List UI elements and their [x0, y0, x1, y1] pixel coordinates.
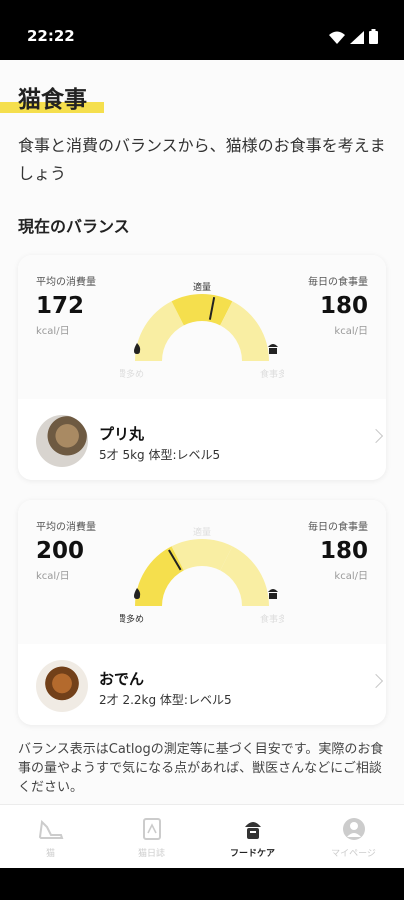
nav-food-care[interactable]: フードケア — [202, 805, 303, 868]
gauge-label-left: 消費多め — [120, 368, 144, 380]
wifi-icon — [329, 31, 345, 44]
consumption-label: 平均の消費量 — [36, 277, 96, 288]
bottom-navigation: 猫 猫日誌 フードケア マイページ — [0, 804, 404, 868]
meal-value: 180 — [319, 293, 368, 319]
consumption-value: 200 — [36, 538, 85, 564]
signal-icon — [350, 31, 364, 44]
page-title: 猫食事 — [18, 87, 87, 113]
balance-card: 平均の消費量 172 kcal/日 適量消費多め 食事多め 毎日の食事量 180 … — [18, 255, 386, 480]
cat-info: 2才 2.2kg 体型:レベル5 — [99, 693, 232, 707]
meal-label: 毎日の食事量 — [308, 277, 368, 288]
nav-label: 猫日誌 — [137, 849, 165, 859]
nav-label: マイページ — [331, 849, 376, 859]
balance-card: 平均の消費量 200 kcal/日 適量消費多め 食事多め 毎日の食事量 180 … — [18, 500, 386, 725]
cat-icon — [38, 819, 63, 839]
meal-metric: 毎日の食事量 180 kcal/日 — [308, 518, 368, 582]
gauge-label-top: 適量 — [193, 526, 211, 538]
status-icons — [329, 29, 378, 44]
cat-row-purimaru[interactable]: プリ丸 5才 5kg 体型:レベル5 — [18, 399, 386, 480]
battery-icon — [369, 29, 378, 44]
chevron-right-icon — [368, 673, 384, 689]
balance-summary: 平均の消費量 172 kcal/日 適量消費多め 食事多め 毎日の食事量 180 … — [18, 255, 386, 399]
title-block: 猫食事 — [0, 78, 110, 118]
nav-journal[interactable]: 猫日誌 — [101, 805, 202, 868]
bowl-icon — [268, 344, 278, 354]
meal-unit: kcal/日 — [334, 326, 368, 337]
cat-avatar — [36, 660, 88, 712]
cat-info: 5才 5kg 体型:レベル5 — [99, 448, 221, 462]
nav-label: フードケア — [229, 849, 275, 859]
consumption-value: 172 — [36, 293, 85, 319]
consumption-metric: 平均の消費量 200 kcal/日 — [36, 518, 96, 582]
journal-icon — [142, 818, 161, 840]
gauge-label-top: 適量 — [193, 281, 211, 293]
balance-note: バランス表示はCatlogの測定等に基づく目安です。実際のお食事の量やようすで気… — [18, 742, 384, 795]
system-navigation-bar — [0, 868, 404, 900]
food-screen: 猫食事 食事と消費のバランスから、猫様のお食事を考えましょう 現在のバランス 平… — [0, 60, 404, 868]
gauge-label-left: 消費多め — [120, 613, 144, 625]
consumption-metric: 平均の消費量 172 kcal/日 — [36, 273, 96, 337]
meal-metric: 毎日の食事量 180 kcal/日 — [308, 273, 368, 337]
bowl-icon — [268, 589, 278, 599]
status-time: 22:22 — [27, 27, 75, 45]
balance-summary: 平均の消費量 200 kcal/日 適量消費多め 食事多め 毎日の食事量 180 … — [18, 500, 386, 644]
food-bowl-icon — [244, 822, 261, 839]
chevron-right-icon — [368, 428, 384, 444]
consumption-unit: kcal/日 — [36, 571, 70, 582]
meal-unit: kcal/日 — [334, 571, 368, 582]
meal-value: 180 — [319, 538, 368, 564]
cat-name: おでん — [99, 670, 145, 688]
meal-label: 毎日の食事量 — [308, 522, 368, 533]
consumption-unit: kcal/日 — [36, 326, 70, 337]
gauge-label-right: 食事多め — [260, 368, 284, 380]
user-icon — [342, 818, 365, 840]
balance-gauge: 適量消費多め 食事多め — [120, 526, 284, 625]
cat-avatar — [36, 415, 88, 467]
nav-label: 猫 — [45, 849, 55, 859]
nav-cat[interactable]: 猫 — [0, 805, 101, 868]
balance-section-title: 現在のバランス — [18, 217, 130, 236]
cat-name: プリ丸 — [99, 425, 145, 443]
cat-row-oden[interactable]: おでん 2才 2.2kg 体型:レベル5 — [18, 644, 386, 725]
nav-my-page[interactable]: マイページ — [303, 805, 404, 868]
gauge-label-right: 食事多め — [260, 613, 284, 625]
consumption-label: 平均の消費量 — [36, 522, 96, 533]
status-bar: 22:22 — [0, 0, 404, 60]
page-subtitle: 食事と消費のバランスから、猫様のお食事を考えましょう — [18, 136, 386, 183]
balance-gauge: 適量消費多め 食事多め — [120, 281, 284, 380]
